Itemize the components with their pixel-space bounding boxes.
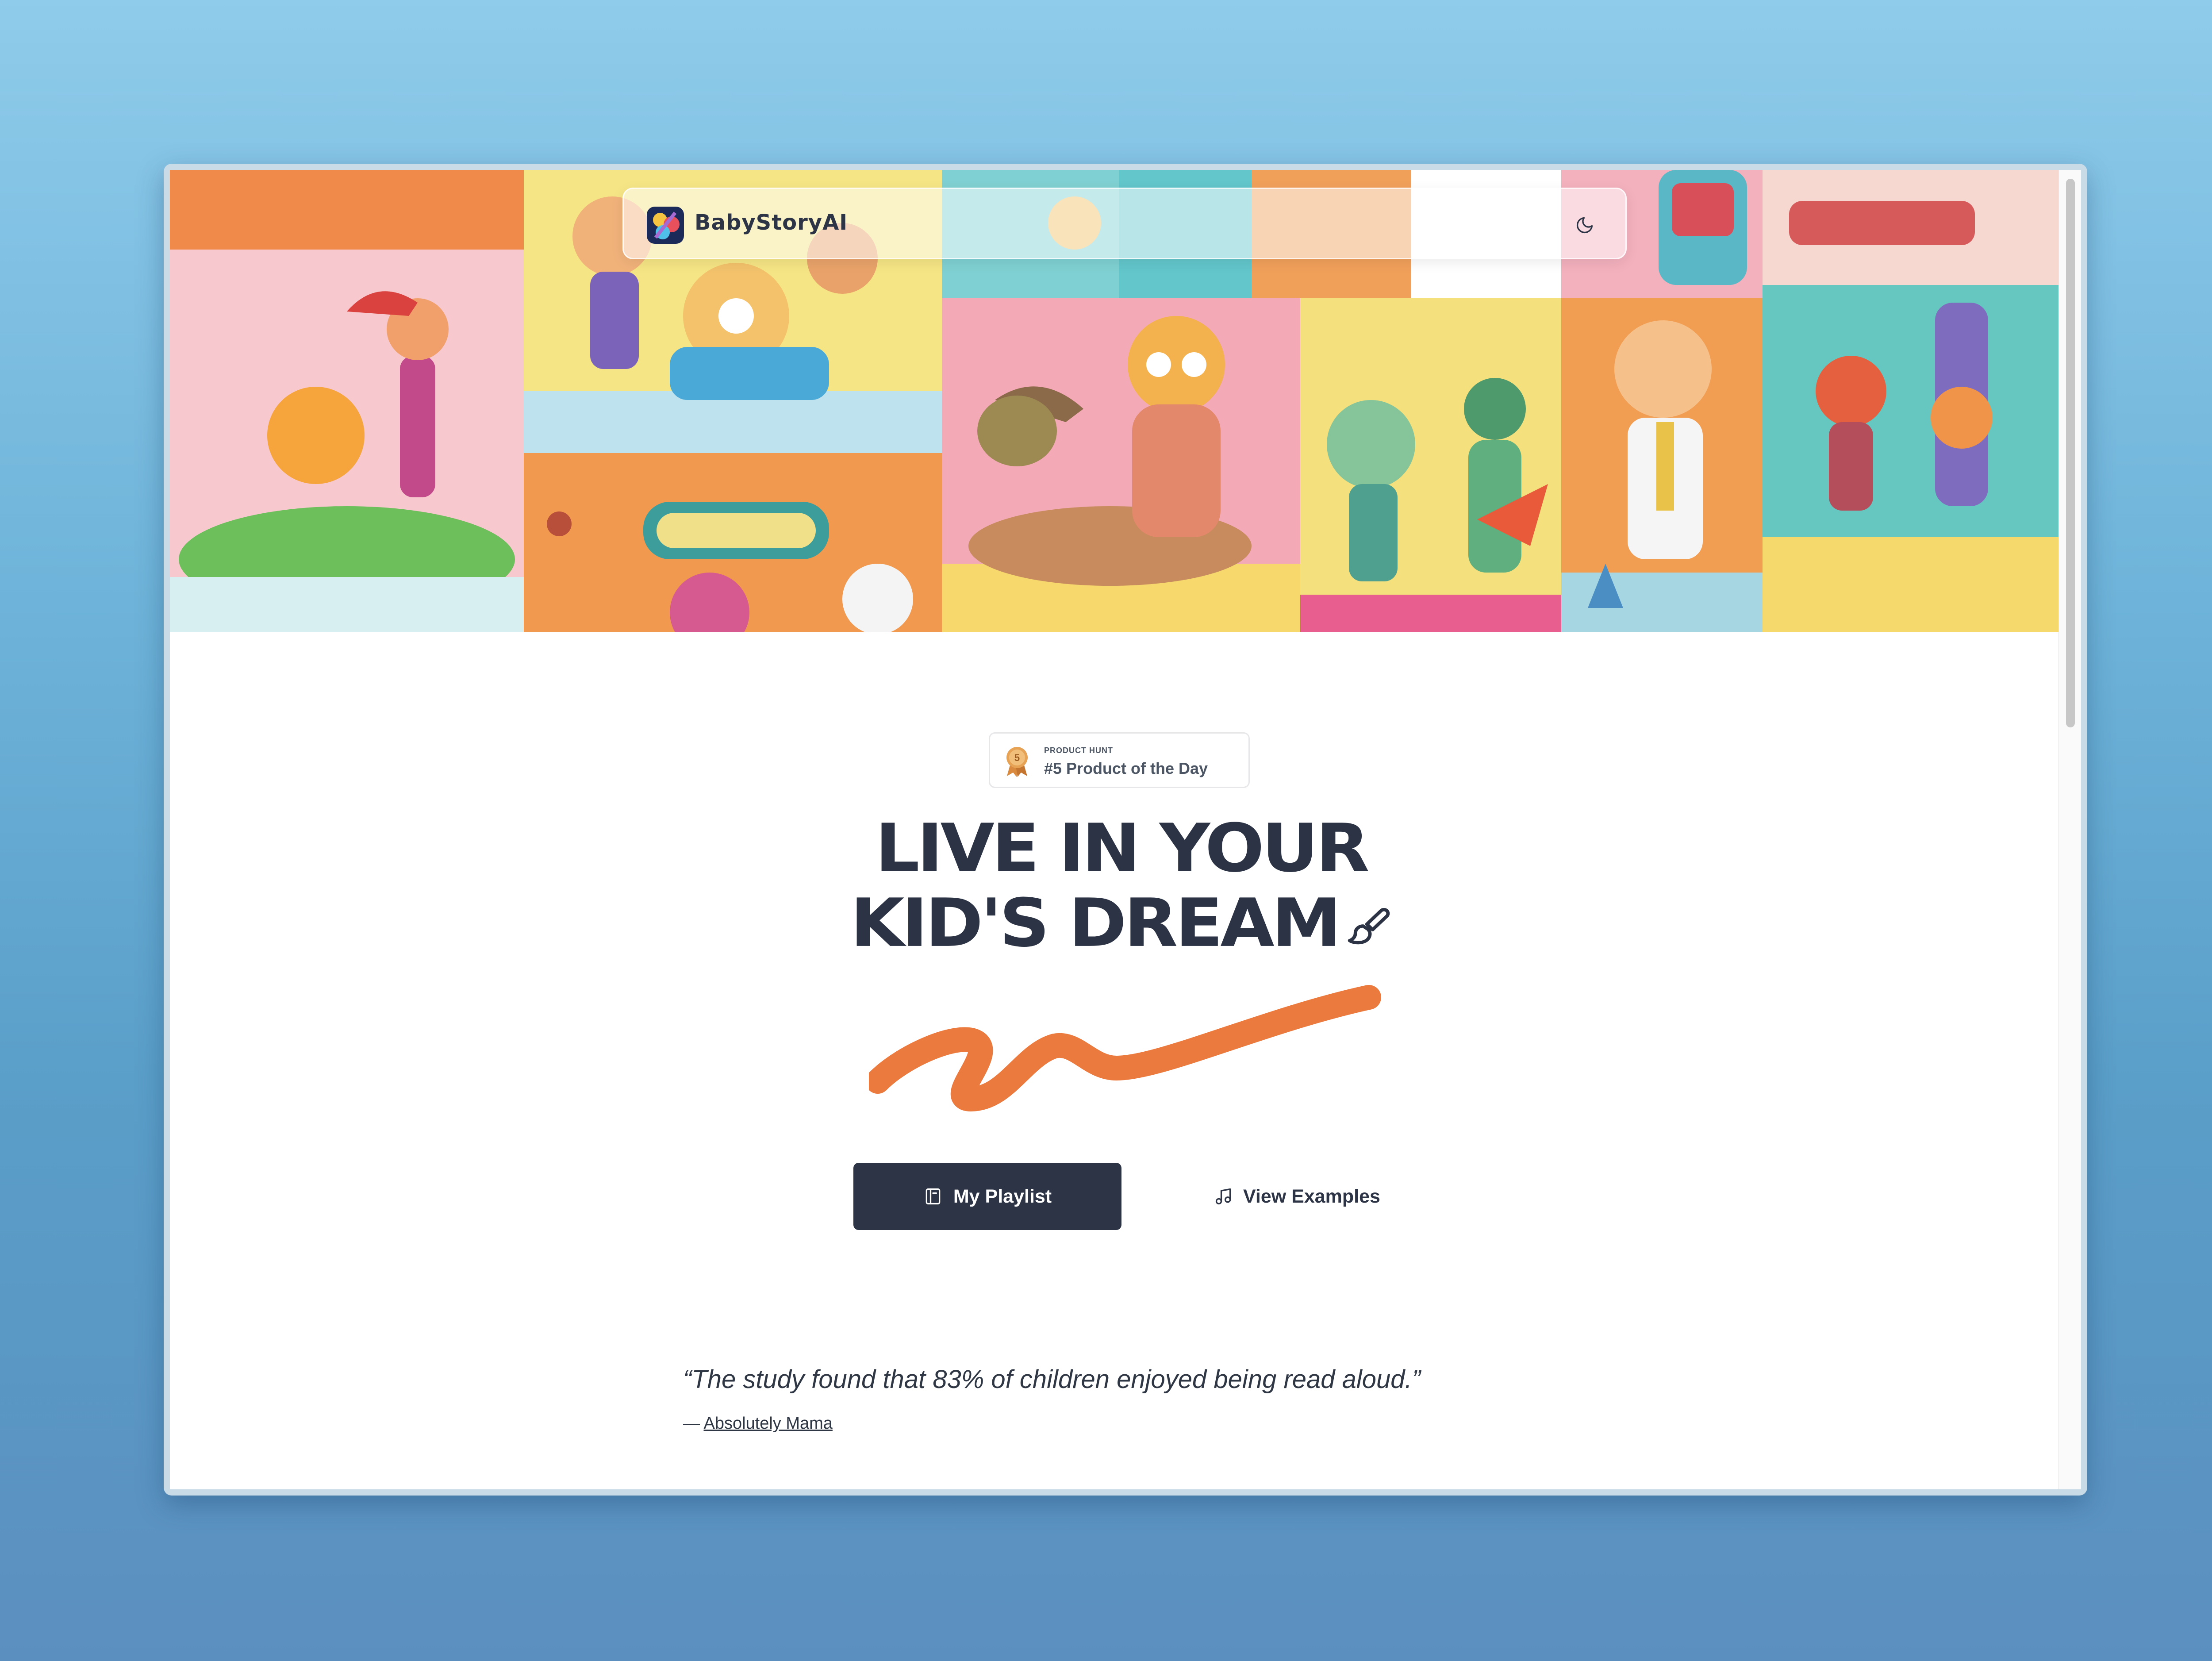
view-examples-button[interactable]: View Examples bbox=[1173, 1163, 1421, 1230]
paintbrush-icon bbox=[1348, 907, 1390, 944]
banner-tile-illustration bbox=[524, 453, 942, 632]
scrollbar-thumb[interactable] bbox=[2066, 179, 2075, 727]
attribution-dash: — bbox=[683, 1414, 704, 1433]
moon-icon bbox=[1576, 217, 1593, 234]
brand-name[interactable]: BabyStoryAI bbox=[695, 210, 848, 235]
music-note-icon bbox=[1215, 1188, 1231, 1205]
theme-toggle-button[interactable] bbox=[1571, 211, 1599, 239]
banner-tile-illustration bbox=[1763, 170, 2066, 632]
badge-eyebrow: PRODUCT HUNT bbox=[1044, 746, 1113, 755]
headline-line-1: Live in your bbox=[875, 810, 1370, 887]
svg-text:5: 5 bbox=[1014, 752, 1020, 763]
top-navbar: BabyStoryAI bbox=[622, 188, 1627, 259]
badge-title: #5 Product of the Day bbox=[1044, 759, 1208, 777]
vertical-scrollbar[interactable] bbox=[2058, 170, 2081, 1489]
banner-tile-illustration bbox=[1300, 298, 1561, 632]
book-icon bbox=[926, 1188, 941, 1205]
banner-tile-illustration bbox=[1561, 298, 1763, 632]
testimonial-quote: “The study found that 83% of children en… bbox=[683, 1365, 1421, 1394]
headline-line-2: kid's dream bbox=[833, 886, 1409, 961]
product-hunt-badge[interactable]: 5 PRODUCT HUNT #5 Product of the Day bbox=[989, 732, 1250, 788]
medal-icon: 5 bbox=[1006, 747, 1028, 777]
page-viewport: BabyStoryAI 5 PRODUCT HUNT #5 Product of… bbox=[170, 170, 2081, 1489]
attribution-source-link[interactable]: Absolutely Mama bbox=[703, 1414, 832, 1433]
hero-headline: Live in your kid's dream bbox=[833, 811, 1409, 961]
browser-window: BabyStoryAI 5 PRODUCT HUNT #5 Product of… bbox=[164, 164, 2087, 1496]
headline-line-2-text: kid's dream bbox=[850, 884, 1341, 962]
testimonial-attribution: — Absolutely Mama bbox=[683, 1414, 833, 1433]
my-playlist-button[interactable]: My Playlist bbox=[853, 1163, 1121, 1230]
banner-tile-illustration bbox=[170, 170, 524, 632]
banner-tile-illustration bbox=[942, 298, 1300, 632]
decorative-brush-stroke bbox=[869, 985, 1381, 1111]
babystory-logo-icon[interactable] bbox=[647, 207, 684, 244]
my-playlist-label: My Playlist bbox=[953, 1185, 1052, 1207]
view-examples-label: View Examples bbox=[1243, 1185, 1380, 1207]
